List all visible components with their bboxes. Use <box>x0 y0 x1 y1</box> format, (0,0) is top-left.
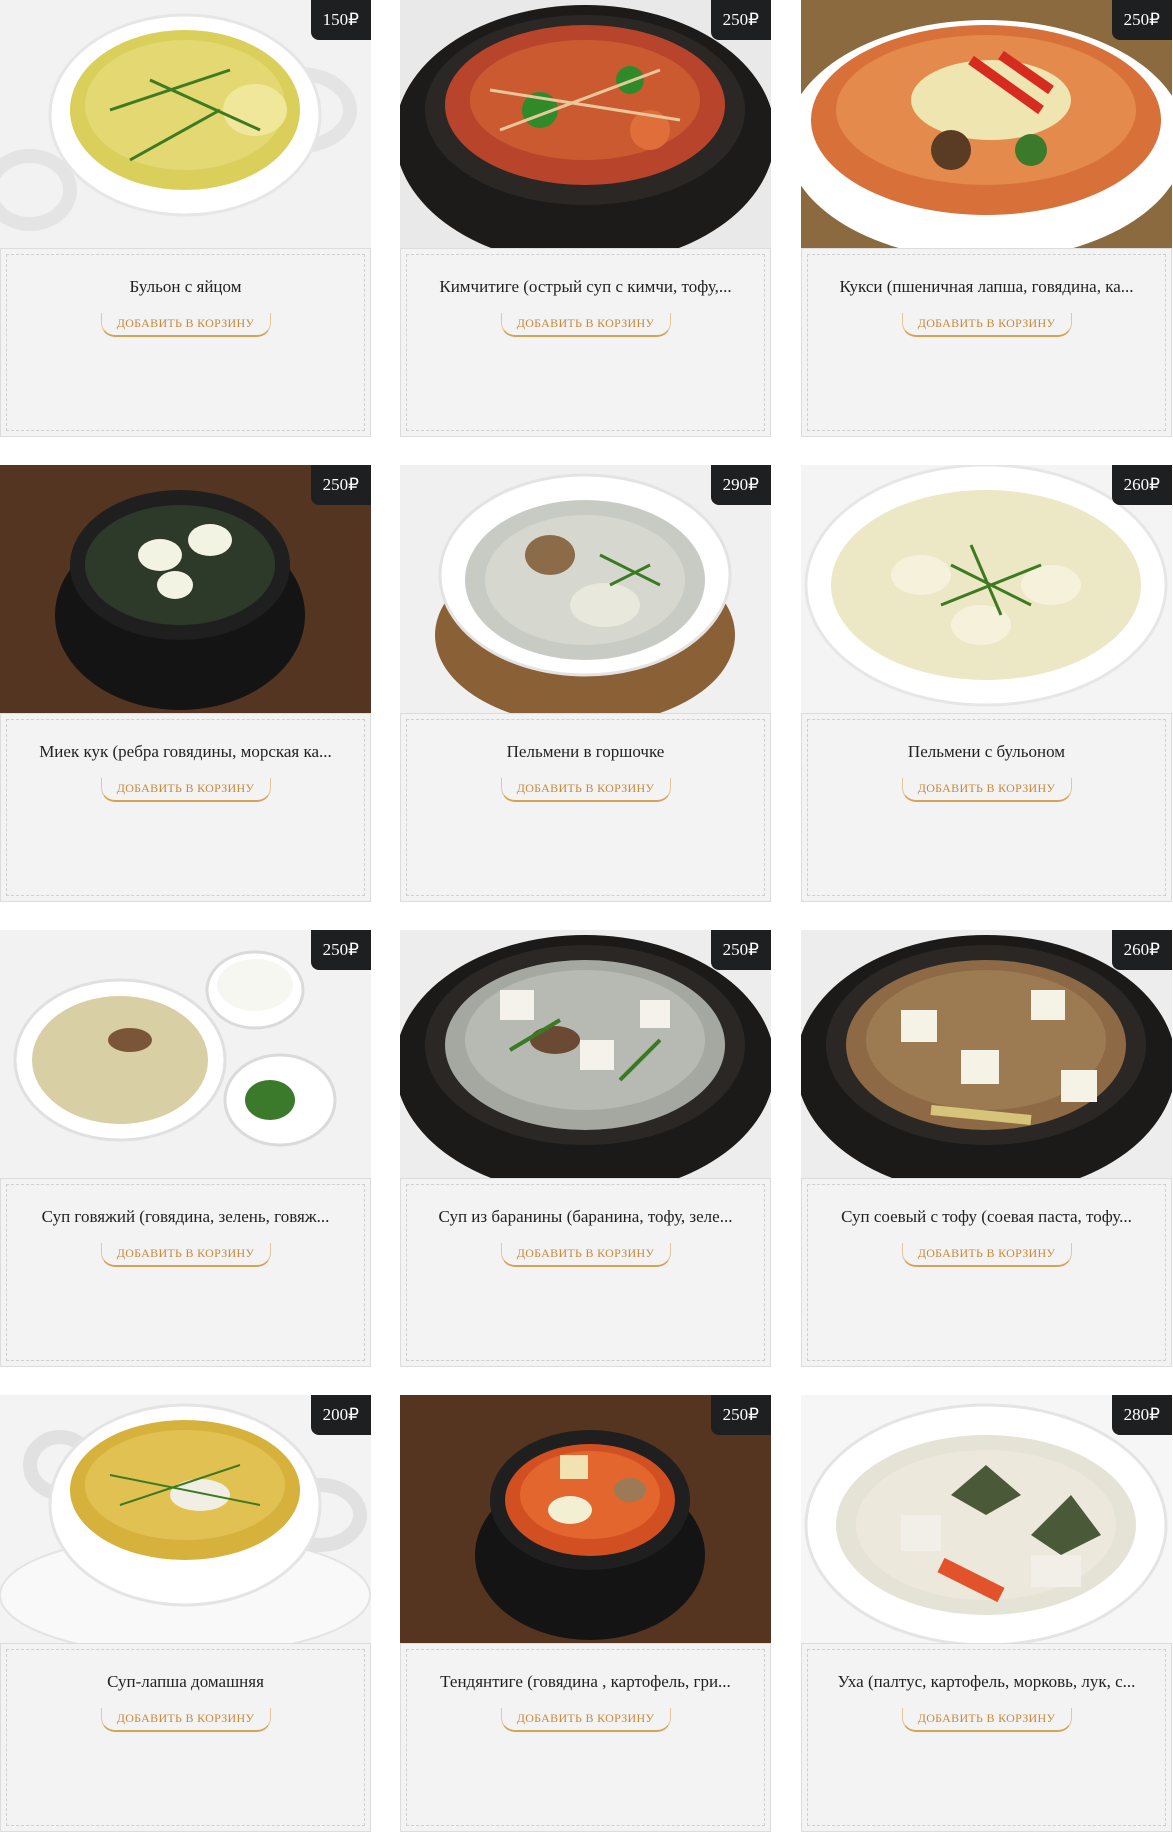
product-info: Тендянтиге (говядина , картофель, гри...… <box>400 1643 771 1832</box>
info-frame: Пельмени в горшочке ДОБАВИТЬ В КОРЗИНУ <box>406 719 765 896</box>
product-info: Бульон с яйцом ДОБАВИТЬ В КОРЗИНУ <box>0 248 371 437</box>
price-badge: 250₽ <box>1111 0 1172 40</box>
product-name[interactable]: Суп говяжий (говядина, зелень, говяж... <box>27 1207 344 1227</box>
product-name[interactable]: Бульон с яйцом <box>27 277 344 297</box>
product-name[interactable]: Суп соевый с тофу (соевая паста, тофу... <box>828 1207 1145 1227</box>
add-to-cart-button[interactable]: ДОБАВИТЬ В КОРЗИНУ <box>500 313 671 337</box>
add-to-cart-button[interactable]: ДОБАВИТЬ В КОРЗИНУ <box>500 778 671 802</box>
product-card: 250₽ Суп из баранины (баранина, тофу, зе… <box>400 930 771 1367</box>
add-to-cart-button[interactable]: ДОБАВИТЬ В КОРЗИНУ <box>100 313 271 337</box>
add-to-cart-button[interactable]: ДОБАВИТЬ В КОРЗИНУ <box>901 1243 1072 1267</box>
product-name[interactable]: Кимчитиге (острый суп с кимчи, тофу,... <box>427 277 744 297</box>
product-card: 250₽ Суп говяжий (говядина, зелень, говя… <box>0 930 371 1367</box>
product-card: 280₽ Уха (палтус, картофель, морковь, лу… <box>801 1395 1172 1832</box>
info-frame: Уха (палтус, картофель, морковь, лук, с.… <box>807 1649 1166 1826</box>
product-grid: 150₽ Бульон с яйцом ДОБАВИТЬ В КОРЗИНУ 2… <box>0 0 1173 1834</box>
product-info: Кукси (пшеничная лапша, говядина, ка... … <box>801 248 1172 437</box>
product-name[interactable]: Миек кук (ребра говядины, морская ка... <box>27 742 344 762</box>
product-card: 250₽ Тендянтиге (говядина , картофель, г… <box>400 1395 771 1832</box>
product-name[interactable]: Суп из баранины (баранина, тофу, зеле... <box>427 1207 744 1227</box>
product-name[interactable]: Кукси (пшеничная лапша, говядина, ка... <box>828 277 1145 297</box>
info-frame: Суп-лапша домашняя ДОБАВИТЬ В КОРЗИНУ <box>6 1649 365 1826</box>
add-to-cart-button[interactable]: ДОБАВИТЬ В КОРЗИНУ <box>500 1708 671 1732</box>
product-card: 260₽ Пельмени с бульоном ДОБАВИТЬ В КОРЗ… <box>801 465 1172 902</box>
price-badge: 260₽ <box>1111 465 1172 505</box>
info-frame: Миек кук (ребра говядины, морская ка... … <box>6 719 365 896</box>
add-to-cart-button[interactable]: ДОБАВИТЬ В КОРЗИНУ <box>100 1243 271 1267</box>
product-name[interactable]: Суп-лапша домашняя <box>27 1672 344 1692</box>
price-badge: 250₽ <box>310 465 371 505</box>
product-card: 200₽ Суп-лапша домашняя ДОБАВИТЬ В КОРЗИ… <box>0 1395 371 1832</box>
product-info: Суп-лапша домашняя ДОБАВИТЬ В КОРЗИНУ <box>0 1643 371 1832</box>
product-name[interactable]: Тендянтиге (говядина , картофель, гри... <box>427 1672 744 1692</box>
price-badge: 150₽ <box>310 0 371 40</box>
product-info: Уха (палтус, картофель, морковь, лук, с.… <box>801 1643 1172 1832</box>
price-badge: 200₽ <box>310 1395 371 1435</box>
info-frame: Кукси (пшеничная лапша, говядина, ка... … <box>807 254 1166 431</box>
product-card: 150₽ Бульон с яйцом ДОБАВИТЬ В КОРЗИНУ <box>0 0 371 437</box>
price-badge: 250₽ <box>710 1395 771 1435</box>
info-frame: Бульон с яйцом ДОБАВИТЬ В КОРЗИНУ <box>6 254 365 431</box>
add-to-cart-button[interactable]: ДОБАВИТЬ В КОРЗИНУ <box>901 778 1072 802</box>
product-card: 290₽ Пельмени в горшочке ДОБАВИТЬ В КОРЗ… <box>400 465 771 902</box>
price-badge: 250₽ <box>310 930 371 970</box>
product-name[interactable]: Пельмени в горшочке <box>427 742 744 762</box>
product-card: 250₽ Кукси (пшеничная лапша, говядина, к… <box>801 0 1172 437</box>
add-to-cart-button[interactable]: ДОБАВИТЬ В КОРЗИНУ <box>901 313 1072 337</box>
product-info: Суп соевый с тофу (соевая паста, тофу...… <box>801 1178 1172 1367</box>
add-to-cart-button[interactable]: ДОБАВИТЬ В КОРЗИНУ <box>100 1708 271 1732</box>
add-to-cart-button[interactable]: ДОБАВИТЬ В КОРЗИНУ <box>901 1708 1072 1732</box>
price-badge: 290₽ <box>710 465 771 505</box>
price-badge: 250₽ <box>710 930 771 970</box>
product-info: Пельмени с бульоном ДОБАВИТЬ В КОРЗИНУ <box>801 713 1172 902</box>
price-badge: 250₽ <box>710 0 771 40</box>
product-card: 250₽ Миек кук (ребра говядины, морская к… <box>0 465 371 902</box>
product-info: Суп говяжий (говядина, зелень, говяж... … <box>0 1178 371 1367</box>
product-card: 250₽ Кимчитиге (острый суп с кимчи, тофу… <box>400 0 771 437</box>
product-info: Суп из баранины (баранина, тофу, зеле...… <box>400 1178 771 1367</box>
product-info: Миек кук (ребра говядины, морская ка... … <box>0 713 371 902</box>
info-frame: Суп из баранины (баранина, тофу, зеле...… <box>406 1184 765 1361</box>
price-badge: 260₽ <box>1111 930 1172 970</box>
info-frame: Кимчитиге (острый суп с кимчи, тофу,... … <box>406 254 765 431</box>
info-frame: Пельмени с бульоном ДОБАВИТЬ В КОРЗИНУ <box>807 719 1166 896</box>
info-frame: Тендянтиге (говядина , картофель, гри...… <box>406 1649 765 1826</box>
product-info: Кимчитиге (острый суп с кимчи, тофу,... … <box>400 248 771 437</box>
product-name[interactable]: Уха (палтус, картофель, морковь, лук, с.… <box>828 1672 1145 1692</box>
product-card: 260₽ Суп соевый с тофу (соевая паста, то… <box>801 930 1172 1367</box>
add-to-cart-button[interactable]: ДОБАВИТЬ В КОРЗИНУ <box>100 778 271 802</box>
add-to-cart-button[interactable]: ДОБАВИТЬ В КОРЗИНУ <box>500 1243 671 1267</box>
product-info: Пельмени в горшочке ДОБАВИТЬ В КОРЗИНУ <box>400 713 771 902</box>
info-frame: Суп соевый с тофу (соевая паста, тофу...… <box>807 1184 1166 1361</box>
product-name[interactable]: Пельмени с бульоном <box>828 742 1145 762</box>
price-badge: 280₽ <box>1111 1395 1172 1435</box>
info-frame: Суп говяжий (говядина, зелень, говяж... … <box>6 1184 365 1361</box>
